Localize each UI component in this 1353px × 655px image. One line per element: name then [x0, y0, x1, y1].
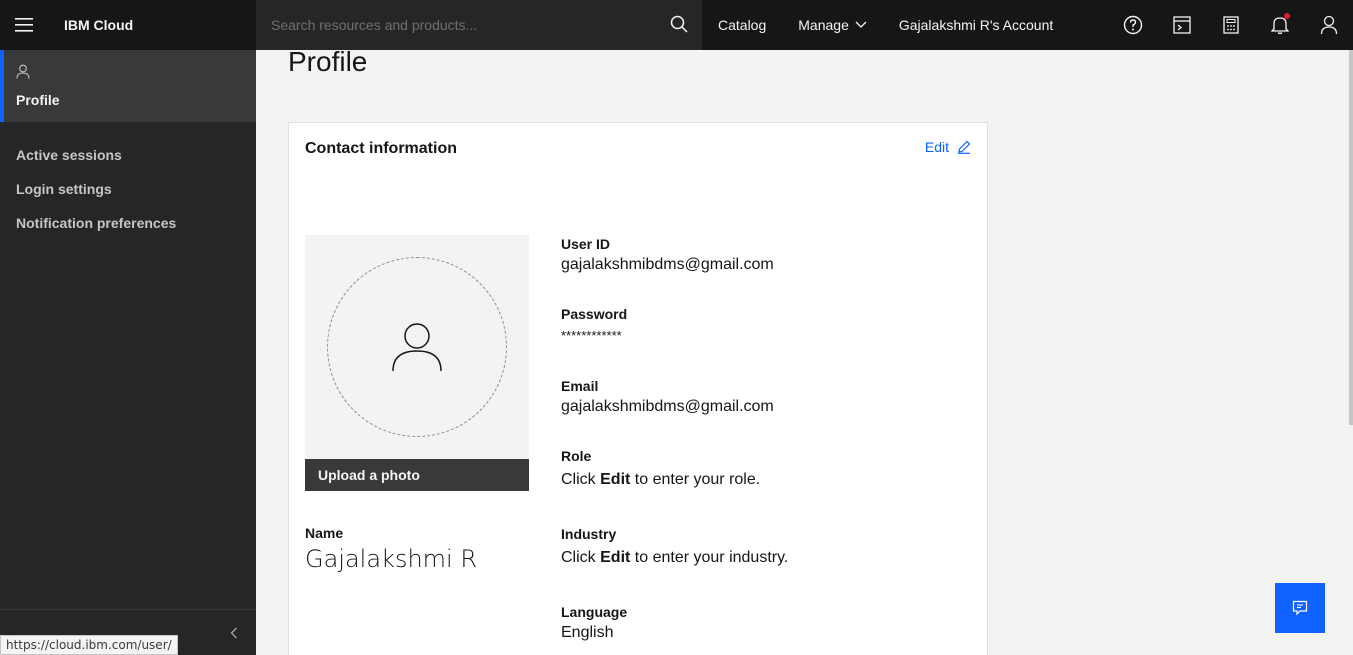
- sidebar-item-login-settings[interactable]: Login settings: [0, 172, 256, 206]
- user-icon: [1320, 15, 1337, 35]
- brand-logo[interactable]: IBM Cloud: [48, 17, 256, 33]
- edit-label: Edit: [924, 139, 949, 155]
- field-label: User ID: [561, 236, 611, 252]
- help-button[interactable]: [1108, 0, 1157, 50]
- calculator-icon: [1222, 16, 1239, 34]
- hamburger-icon: [15, 18, 33, 32]
- notification-badge: [1284, 13, 1290, 19]
- hamburger-menu-button[interactable]: [0, 0, 48, 50]
- field-language: Language English: [561, 604, 627, 642]
- sidebar-list: Active sessions Login settings Notificat…: [0, 138, 256, 240]
- hint-suffix: to enter your role.: [634, 471, 761, 488]
- user-icon: [392, 323, 442, 372]
- field-value: ************: [561, 328, 622, 343]
- user-profile-button[interactable]: [1304, 0, 1353, 50]
- hint-edit: Edit: [600, 549, 631, 566]
- card-title: Contact information: [305, 140, 457, 157]
- hint-prefix: Click: [561, 471, 596, 488]
- nav-catalog-link[interactable]: Catalog: [702, 0, 782, 50]
- profile-photo: Upload a photo: [305, 235, 529, 491]
- search-icon[interactable]: [670, 15, 688, 38]
- sidebar-item-notification-preferences[interactable]: Notification preferences: [0, 206, 256, 240]
- hint-suffix: to enter your industry.: [634, 549, 789, 566]
- nav-manage-label: Manage: [798, 17, 849, 33]
- hint-prefix: Click: [561, 549, 596, 566]
- upload-photo-button[interactable]: Upload a photo: [305, 459, 529, 491]
- nav-manage-menu[interactable]: Manage: [782, 0, 883, 50]
- top-navigation-bar: IBM Cloud Catalog Manage Gajalakshmi R's…: [0, 0, 1353, 50]
- name-label: Name: [305, 525, 344, 541]
- cloud-shell-button[interactable]: [1157, 0, 1206, 50]
- hint-edit: Edit: [600, 471, 631, 488]
- field-label: Industry: [561, 526, 617, 542]
- cost-estimator-button[interactable]: [1206, 0, 1255, 50]
- field-value: Click Edit to enter your industry.: [561, 549, 788, 567]
- chevron-down-icon: [855, 21, 867, 28]
- field-industry: Industry Click Edit to enter your indust…: [561, 526, 788, 567]
- account-switcher[interactable]: Gajalakshmi R's Account: [883, 0, 1069, 50]
- sidebar: Profile Active sessions Login settings N…: [0, 50, 256, 655]
- sidebar-item-profile[interactable]: Profile: [0, 50, 256, 122]
- edit-button[interactable]: Edit: [925, 139, 971, 155]
- field-value: gajalakshmibdms@gmail.com: [561, 256, 774, 273]
- header-icon-group: [1108, 0, 1353, 50]
- field-role: Role Click Edit to enter your role.: [561, 448, 760, 489]
- user-icon: [16, 64, 30, 79]
- name-value: Gajalakshmi R: [305, 545, 478, 573]
- search-input[interactable]: [271, 17, 651, 33]
- chevron-left-icon[interactable]: [230, 627, 238, 639]
- field-value: English: [561, 624, 614, 641]
- terminal-icon: [1172, 16, 1191, 34]
- field-label: Password: [561, 306, 628, 322]
- field-email: Email gajalakshmibdms@gmail.com: [561, 378, 774, 416]
- field-label: Language: [561, 604, 628, 620]
- field-password: Password ************: [561, 306, 627, 343]
- field-value: gajalakshmibdms@gmail.com: [561, 398, 774, 415]
- sidebar-item-label: Profile: [16, 92, 60, 108]
- field-user-id: User ID gajalakshmibdms@gmail.com: [561, 236, 774, 274]
- help-icon: [1123, 15, 1142, 35]
- page-scrollbar[interactable]: [1349, 50, 1353, 425]
- field-label: Role: [561, 448, 592, 464]
- chat-icon: [1292, 600, 1308, 616]
- sidebar-item-active-sessions[interactable]: Active sessions: [0, 138, 256, 172]
- pencil-icon: [958, 140, 971, 154]
- chat-button[interactable]: [1275, 583, 1325, 633]
- field-label: Email: [561, 378, 599, 394]
- notifications-button[interactable]: [1255, 0, 1304, 50]
- global-search: [256, 0, 702, 50]
- browser-status-url: https://cloud.ibm.com/user/: [0, 635, 178, 655]
- page-title: Profile: [288, 46, 368, 77]
- field-value: Click Edit to enter your role.: [561, 471, 760, 489]
- contact-information-card: Contact information Edit Upload a photo …: [288, 122, 988, 655]
- avatar-placeholder: [327, 257, 507, 437]
